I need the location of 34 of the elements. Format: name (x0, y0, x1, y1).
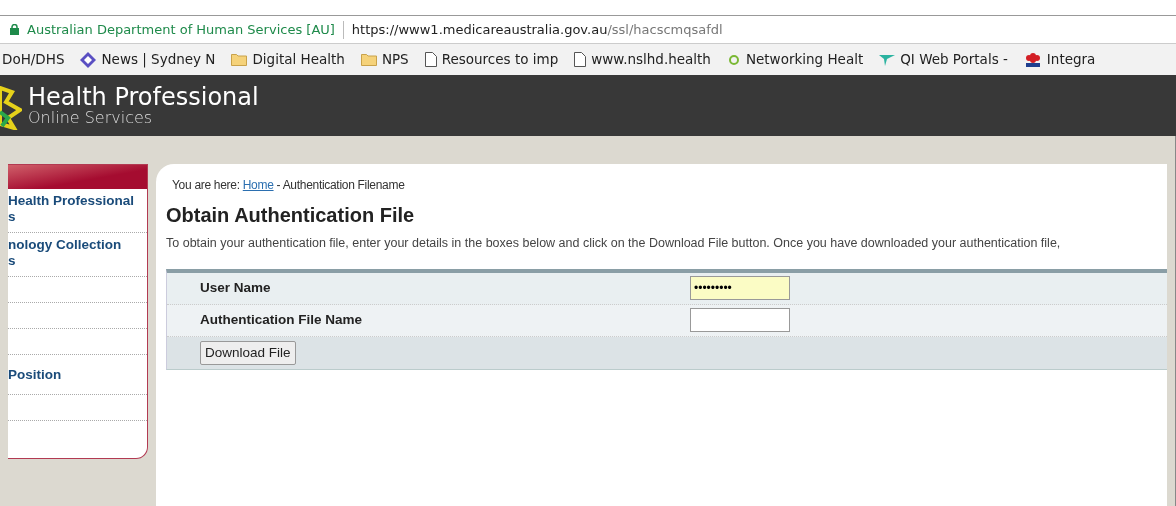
bookmark-item[interactable]: QI Web Portals - (879, 49, 1008, 70)
bookmark-item[interactable]: Networking Healt (726, 49, 864, 70)
home-link[interactable]: Home (242, 178, 274, 192)
sidebar-link[interactable]: nology Collection s (8, 233, 147, 277)
sidebar-link[interactable]: Health Professional s (8, 189, 147, 233)
bookmark-item[interactable]: Resources to imp (424, 49, 559, 70)
folder-icon (360, 53, 377, 66)
download-button[interactable]: Download File (200, 340, 296, 365)
input-field[interactable]: ••••••••• (690, 276, 790, 301)
input-field[interactable] (690, 308, 790, 333)
site-identity: Australian Department of Human Services [AU] (27, 20, 335, 39)
site-title: Health Professional (28, 84, 259, 109)
url-text[interactable]: https://www1.medicareaustralia.gov.au/ssl/hacscmqsafdl (351, 19, 723, 40)
bookmark-item[interactable]: News | Sydney N (80, 49, 216, 70)
ring-icon (726, 52, 741, 67)
bookmark-item[interactable]: www.nslhd.health (574, 49, 711, 70)
folder-icon (231, 53, 248, 66)
field-label: User Name (199, 279, 272, 298)
sidebar-link[interactable]: Position (8, 355, 147, 395)
bookmark-item[interactable]: Digital Health (231, 49, 345, 70)
page-icon (424, 52, 437, 67)
bookmark-item[interactable]: NPS (360, 49, 409, 70)
breadcrumb: You are here: Home - Authentication Filename (172, 177, 406, 194)
site-subtitle: Online Services (28, 108, 154, 127)
page-title: Obtain Authentication File (166, 203, 416, 228)
page-icon (574, 52, 587, 67)
field-label: Authentication File Name (199, 311, 364, 330)
diamond-icon (80, 51, 97, 68)
lock-icon (10, 24, 19, 35)
arrow-icon (879, 53, 896, 66)
bookmark-item[interactable]: Integra (1023, 49, 1096, 70)
bookmark-item[interactable]: DoH/DHS (2, 49, 65, 70)
flower-icon (1023, 51, 1042, 68)
intro-text: To obtain your authentication file, enter your details in the boxes below and click on the Download File button. Once you have downloaded your authentication file, (166, 235, 1062, 252)
